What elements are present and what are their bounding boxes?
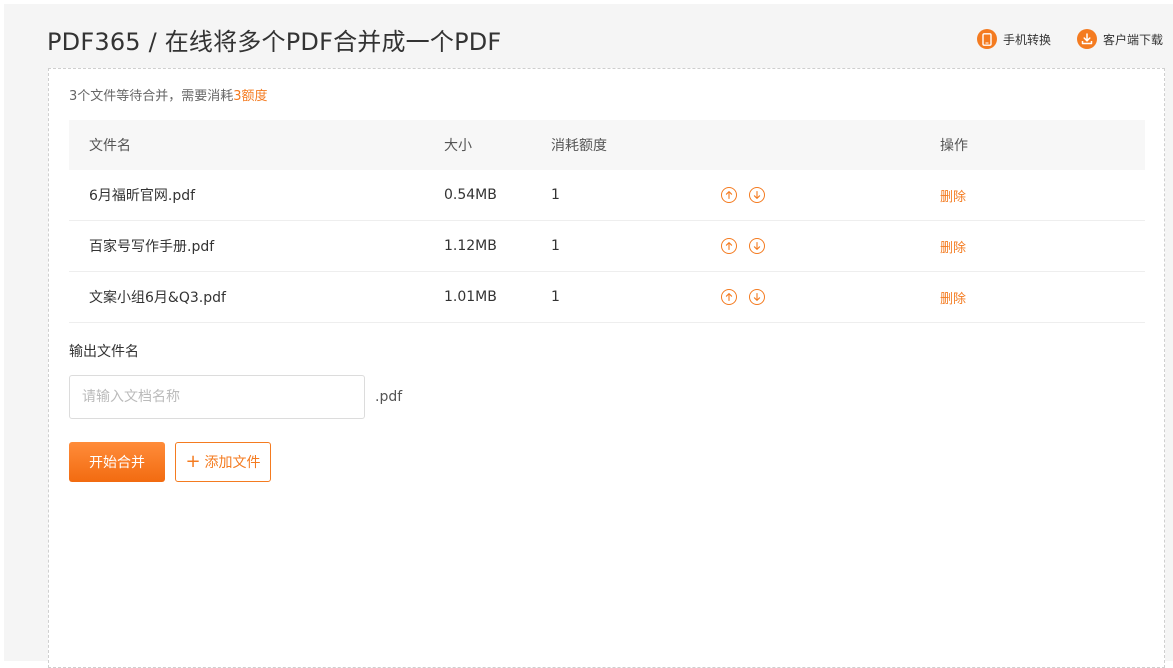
file-size: 1.01MB — [444, 271, 551, 323]
column-header-action: 操作 — [940, 120, 1145, 170]
add-file-button[interactable]: + 添加文件 — [175, 442, 271, 482]
column-header-credit: 消耗额度 — [551, 120, 721, 170]
delete-button[interactable]: 删除 — [940, 292, 966, 307]
top-links: 手机转换 客户端下载 — [951, 29, 1163, 49]
file-credit: 1 — [551, 170, 721, 221]
download-icon — [1076, 29, 1097, 49]
add-file-label: 添加文件 — [204, 455, 261, 471]
summary-credits: 3额度 — [233, 89, 268, 104]
phone-icon — [976, 29, 997, 49]
move-down-icon[interactable] — [749, 187, 765, 203]
row-actions: 删除 — [940, 271, 1145, 323]
output-filename-label: 输出文件名 — [69, 344, 139, 360]
delete-button[interactable]: 删除 — [940, 190, 966, 205]
table-row: 6月福昕官网.pdf 0.54MB 1 删除 — [69, 170, 1145, 221]
page-title: PDF365 / 在线将多个PDF合并成一个PDF — [47, 28, 502, 56]
summary-text: 3个文件等待合并，需要消耗 — [69, 89, 234, 104]
move-controls — [721, 170, 940, 221]
column-header-move — [721, 120, 940, 170]
page-background: PDF365 / 在线将多个PDF合并成一个PDF 手机转换 客户端下载 3个文… — [4, 4, 1173, 668]
table-row: 百家号写作手册.pdf 1.12MB 1 删除 — [69, 220, 1145, 272]
file-credit: 1 — [551, 220, 721, 272]
file-name: 百家号写作手册.pdf — [69, 220, 444, 272]
table-row: 文案小组6月&Q3.pdf 1.01MB 1 删除 — [69, 271, 1145, 323]
move-up-icon[interactable] — [721, 289, 737, 305]
file-credit: 1 — [551, 271, 721, 323]
move-controls — [721, 220, 940, 272]
file-name: 6月福昕官网.pdf — [69, 170, 444, 221]
file-size: 0.54MB — [444, 170, 551, 221]
move-up-icon[interactable] — [721, 238, 737, 254]
move-down-icon[interactable] — [749, 289, 765, 305]
merge-panel: 3个文件等待合并，需要消耗3额度 文件名 大小 消耗额度 操作 6月福昕官网.p… — [48, 68, 1165, 668]
file-size: 1.12MB — [444, 220, 551, 272]
delete-button[interactable]: 删除 — [940, 241, 966, 256]
output-extension: .pdf — [375, 389, 403, 405]
client-download-label: 客户端下载 — [1102, 32, 1163, 47]
move-down-icon[interactable] — [749, 238, 765, 254]
mobile-convert-link[interactable]: 手机转换 — [976, 29, 1051, 49]
merge-summary: 3个文件等待合并，需要消耗3额度 — [69, 85, 268, 104]
move-up-icon[interactable] — [721, 187, 737, 203]
column-header-size: 大小 — [444, 120, 551, 170]
client-download-link[interactable]: 客户端下载 — [1076, 29, 1163, 49]
move-controls — [721, 271, 940, 323]
row-actions: 删除 — [940, 220, 1145, 272]
output-filename-input[interactable] — [69, 375, 365, 419]
mobile-convert-label: 手机转换 — [1002, 32, 1051, 47]
file-table: 文件名 大小 消耗额度 操作 6月福昕官网.pdf 0.54MB 1 删除 百家… — [69, 120, 1145, 323]
column-header-filename: 文件名 — [69, 120, 444, 170]
plus-icon: + — [185, 451, 201, 472]
table-header-row: 文件名 大小 消耗额度 操作 — [69, 120, 1145, 170]
row-actions: 删除 — [940, 170, 1145, 221]
start-merge-button[interactable]: 开始合并 — [69, 442, 165, 482]
file-name: 文案小组6月&Q3.pdf — [69, 271, 444, 323]
